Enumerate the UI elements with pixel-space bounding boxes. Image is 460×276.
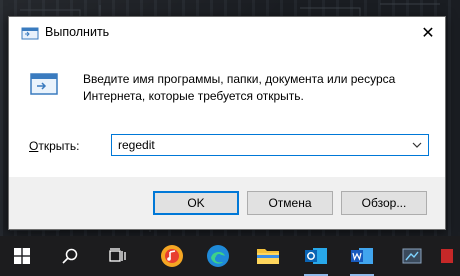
start-button[interactable] (2, 236, 42, 276)
taskbar (0, 236, 460, 276)
dropdown-button[interactable] (406, 135, 428, 155)
chevron-down-icon (412, 142, 422, 148)
run-program-icon (30, 73, 58, 95)
start-icon (14, 248, 30, 264)
open-combobox[interactable] (111, 134, 429, 156)
app-icon-partial (441, 249, 453, 263)
open-label: Открыть: (29, 139, 79, 153)
app-icon (402, 248, 422, 264)
search-button[interactable] (50, 236, 90, 276)
title-bar[interactable]: Выполнить ✕ (9, 17, 445, 49)
outlook-icon (305, 248, 327, 264)
taskbar-app[interactable] (392, 236, 432, 276)
search-icon (62, 248, 78, 264)
edge-icon (207, 245, 229, 267)
run-icon (21, 27, 39, 40)
cancel-button[interactable]: Отмена (247, 191, 333, 215)
dialog-title: Выполнить (45, 25, 110, 39)
open-input[interactable] (112, 135, 402, 155)
file-explorer-icon (257, 249, 279, 264)
open-label-text: ткрыть: (38, 139, 80, 153)
dialog-footer: OK Отмена Обзор... (9, 177, 445, 229)
taskbar-overflow[interactable] (432, 236, 460, 276)
taskbar-edge[interactable] (198, 236, 238, 276)
dialog-content: Введите имя программы, папки, документа … (9, 49, 445, 177)
ok-button[interactable]: OK (153, 191, 239, 215)
taskbar-file-explorer[interactable] (248, 236, 288, 276)
dialog-description: Введите имя программы, папки, документа … (83, 72, 396, 103)
close-button[interactable]: ✕ (411, 17, 445, 49)
taskbar-word[interactable] (342, 236, 382, 276)
task-view-icon (109, 248, 126, 262)
browse-button[interactable]: Обзор... (341, 191, 427, 215)
music-app-icon (161, 245, 183, 267)
word-icon (351, 248, 373, 264)
open-label-accesskey: О (29, 139, 39, 153)
run-dialog: Выполнить ✕ Введите имя программы, папки… (8, 16, 446, 230)
task-view-button[interactable] (98, 236, 138, 276)
taskbar-music-app[interactable] (152, 236, 192, 276)
taskbar-outlook[interactable] (296, 236, 336, 276)
close-icon: ✕ (421, 25, 435, 42)
